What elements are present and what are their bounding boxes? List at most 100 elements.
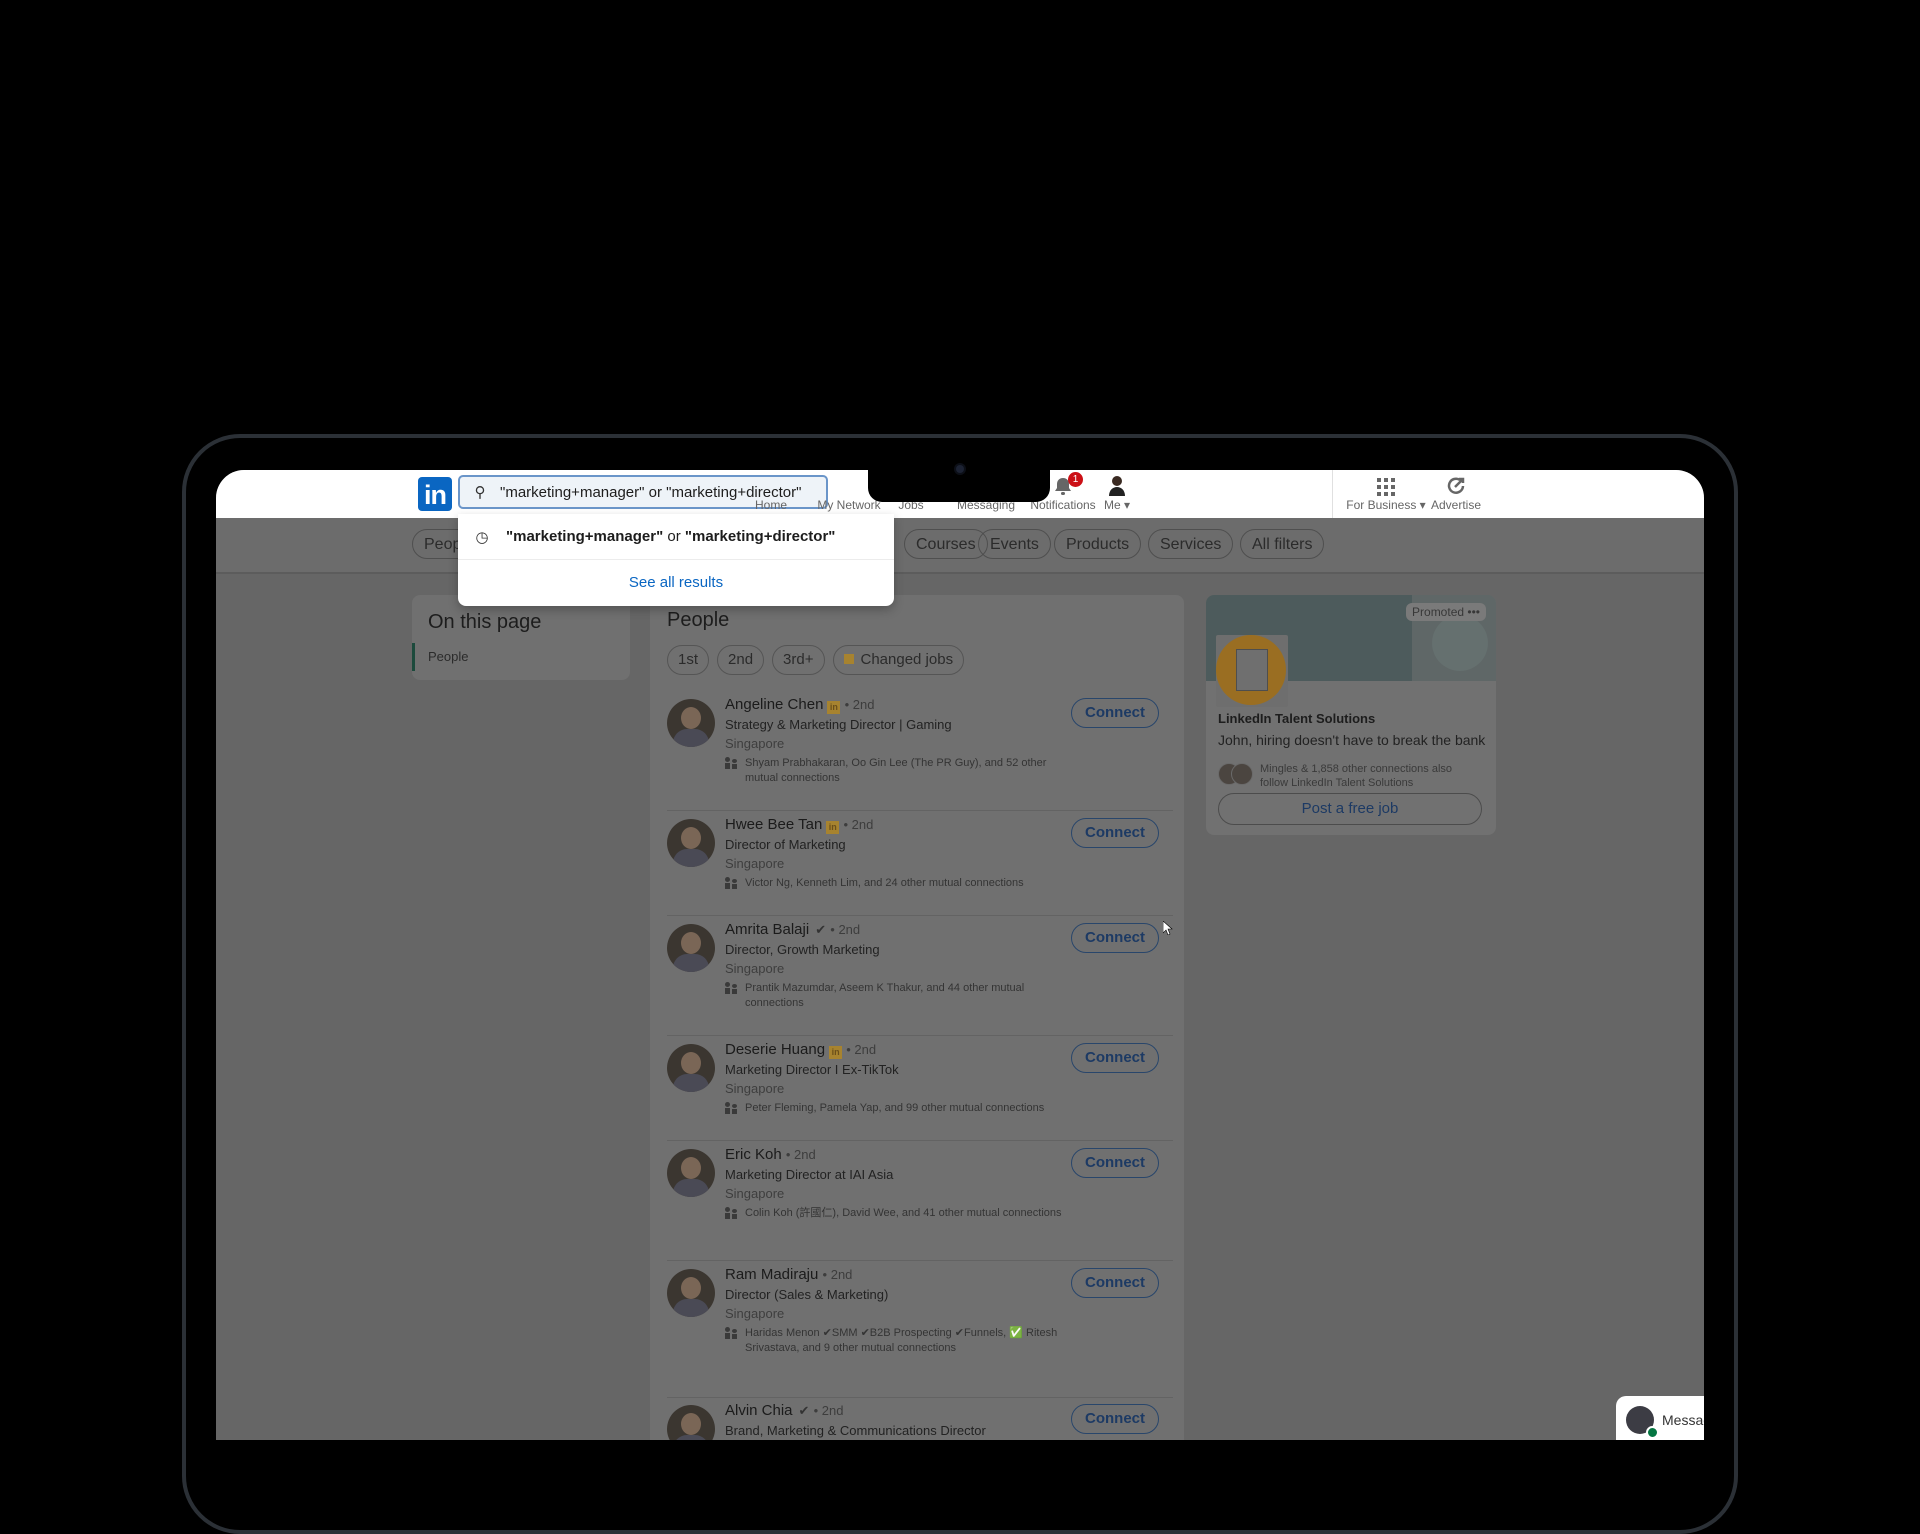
mutual-connections-text: Haridas Menon ✔SMM ✔B2B Prospecting ✔Fun… — [745, 1327, 1058, 1354]
person-location: Singapore — [725, 1306, 785, 1321]
all-filters-button[interactable]: All filters — [1240, 529, 1325, 559]
nav-divider — [1332, 470, 1333, 518]
filter-courses[interactable]: Courses — [904, 529, 988, 559]
clipboard-icon — [1236, 649, 1268, 691]
mutual-connections-text: Prantik Mazumdar, Aseem K Thakur, and 44… — [745, 982, 1025, 1009]
nav-me-label: Me ▾ — [1103, 498, 1131, 512]
mutual-connections-icon — [725, 1327, 737, 1339]
chip-1st[interactable]: 1st — [667, 645, 710, 675]
connection-degree: • 2nd — [846, 1042, 877, 1057]
post-free-job-button[interactable]: Post a free job — [1218, 793, 1482, 825]
connect-button[interactable]: Connect — [1071, 1148, 1159, 1178]
camera-icon — [956, 465, 964, 473]
connection-degree: • 2nd — [843, 817, 874, 832]
connect-button[interactable]: Connect — [1071, 923, 1159, 953]
chip-changed-jobs-label: Changed jobs — [860, 651, 954, 668]
chip-2nd[interactable]: 2nd — [717, 645, 765, 675]
connect-button[interactable]: Connect — [1071, 818, 1159, 848]
person-result: Alvin Chia ✔︎ • 2nd Brand, Marketing & Com… — [667, 1401, 1173, 1440]
connect-button[interactable]: Connect — [1071, 698, 1159, 728]
person-location: Singapore — [725, 1186, 785, 1201]
on-this-page-people-link[interactable]: People — [412, 643, 468, 671]
person-name-line: Ram Madiraju • 2nd — [725, 1265, 1065, 1285]
promoted-label[interactable]: Promoted ••• — [1406, 603, 1486, 621]
nav-advertise[interactable]: Advertise — [1421, 474, 1491, 512]
verified-badge-icon: ✔︎ — [798, 1403, 810, 1418]
person-name-line: Alvin Chia ✔︎ • 2nd — [725, 1401, 1065, 1421]
person-name[interactable]: Deserie Huang — [725, 1041, 825, 1058]
nav-home[interactable]: Home — [728, 474, 814, 512]
recent-search-text: "marketing+manager" or "marketing+direct… — [506, 528, 836, 545]
person-name[interactable]: Alvin Chia — [725, 1402, 793, 1419]
mutual-connections[interactable]: Shyam Prabhakaran, Oo Gin Lee (The PR Gu… — [725, 756, 1065, 786]
person-result: Eric Koh • 2nd Marketing Director at IAI … — [667, 1145, 1173, 1261]
person-headline: Marketing Director at IAI Asia — [725, 1167, 894, 1182]
linkedin-logo[interactable]: in — [418, 477, 452, 511]
premium-badge-icon: in — [826, 821, 840, 834]
promoted-text: Promoted — [1412, 605, 1465, 619]
premium-badge-icon: in — [829, 1046, 843, 1059]
nav-home-label: Home — [754, 498, 787, 512]
connect-button[interactable]: Connect — [1071, 1404, 1159, 1434]
ad-banner-decoration — [1432, 615, 1488, 671]
person-name[interactable]: Hwee Bee Tan — [725, 816, 822, 833]
ad-company-name[interactable]: LinkedIn Talent Solutions — [1218, 711, 1375, 726]
connection-degree-chips: 1st 2nd 3rd+ Changed jobs — [667, 645, 965, 675]
profile-photo[interactable] — [667, 1044, 715, 1092]
person-name[interactable]: Eric Koh — [725, 1146, 782, 1163]
recent-search-item[interactable]: ◷ "marketing+manager" or "marketing+dire… — [458, 514, 894, 560]
filter-services[interactable]: Services — [1148, 529, 1234, 559]
see-all-results-link[interactable]: See all results — [458, 560, 894, 606]
more-options-icon[interactable]: ••• — [1467, 605, 1480, 619]
nav-for-business[interactable]: For Business ▾ — [1341, 474, 1431, 512]
filter-events[interactable]: Events — [978, 529, 1051, 559]
verified-badge-icon: ✔︎ — [815, 922, 827, 937]
person-name[interactable]: Amrita Balaji — [725, 921, 809, 938]
advertise-icon — [1421, 474, 1491, 496]
filter-products[interactable]: Products — [1054, 529, 1142, 559]
profile-photo[interactable] — [667, 819, 715, 867]
person-location: Singapore — [725, 736, 785, 751]
chip-3rd-plus[interactable]: 3rd+ — [772, 645, 825, 675]
ad-follow-text: Mingles & 1,858 other connections also f… — [1260, 763, 1453, 789]
connection-degree: • 2nd — [785, 1147, 816, 1162]
search-filter-bar: Peop Courses Events Products Services Al… — [216, 518, 1704, 574]
profile-photo[interactable] — [667, 1149, 715, 1197]
person-name[interactable]: Angeline Chen — [725, 696, 823, 713]
person-headline: Director, Growth Marketing — [725, 942, 880, 957]
mutual-connections-icon — [725, 1207, 737, 1219]
mutual-connections[interactable]: Colin Koh (許國仁), David Wee, and 41 other… — [725, 1206, 1065, 1221]
person-headline: Director of Marketing — [725, 837, 846, 852]
mutual-connections[interactable]: Prantik Mazumdar, Aseem K Thakur, and 44… — [725, 981, 1065, 1011]
chip-changed-jobs[interactable]: Changed jobs — [832, 645, 965, 675]
profile-photo[interactable] — [667, 699, 715, 747]
profile-photo[interactable] — [667, 1269, 715, 1317]
people-section-title: People — [667, 609, 730, 631]
messaging-overlay-tab[interactable]: Messag — [1616, 1396, 1704, 1440]
person-name-line: Angeline Chen in • 2nd — [725, 695, 1065, 715]
person-info: Ram Madiraju • 2nd Director (Sales & Mark… — [725, 1265, 1065, 1356]
mutual-connections[interactable]: Peter Fleming, Pamela Yap, and 99 other … — [725, 1101, 1065, 1116]
person-info: Eric Koh • 2nd Marketing Director at IAI … — [725, 1145, 1065, 1221]
person-name-line: Deserie Huang in • 2nd — [725, 1040, 1065, 1060]
person-name[interactable]: Ram Madiraju — [725, 1266, 818, 1283]
connection-degree: • 2nd — [813, 1403, 844, 1418]
profile-photo[interactable] — [667, 1405, 715, 1440]
me-avatar — [1082, 474, 1152, 496]
person-info: Hwee Bee Tan in • 2nd Director of Marketin… — [725, 815, 1065, 891]
person-location: Singapore — [725, 856, 785, 871]
person-result: Angeline Chen in • 2nd Strategy & Marketin… — [667, 695, 1173, 811]
connection-degree: • 2nd — [844, 697, 875, 712]
mutual-connections[interactable]: Haridas Menon ✔SMM ✔B2B Prospecting ✔Fun… — [725, 1326, 1065, 1356]
mutual-connections-text: Victor Ng, Kenneth Lim, and 24 other mut… — [745, 877, 1024, 889]
premium-badge-icon: in — [827, 701, 841, 714]
person-name-line: Eric Koh • 2nd — [725, 1145, 1065, 1165]
nav-me[interactable]: Me ▾ — [1082, 474, 1152, 512]
connect-button[interactable]: Connect — [1071, 1268, 1159, 1298]
person-headline: Marketing Director I Ex-TikTok — [725, 1062, 899, 1077]
connection-degree: • 2nd — [830, 922, 861, 937]
connect-button[interactable]: Connect — [1071, 1043, 1159, 1073]
profile-photo[interactable] — [667, 924, 715, 972]
ad-headline: John, hiring doesn't have to break the b… — [1218, 732, 1486, 748]
mutual-connections[interactable]: Victor Ng, Kenneth Lim, and 24 other mut… — [725, 876, 1065, 891]
